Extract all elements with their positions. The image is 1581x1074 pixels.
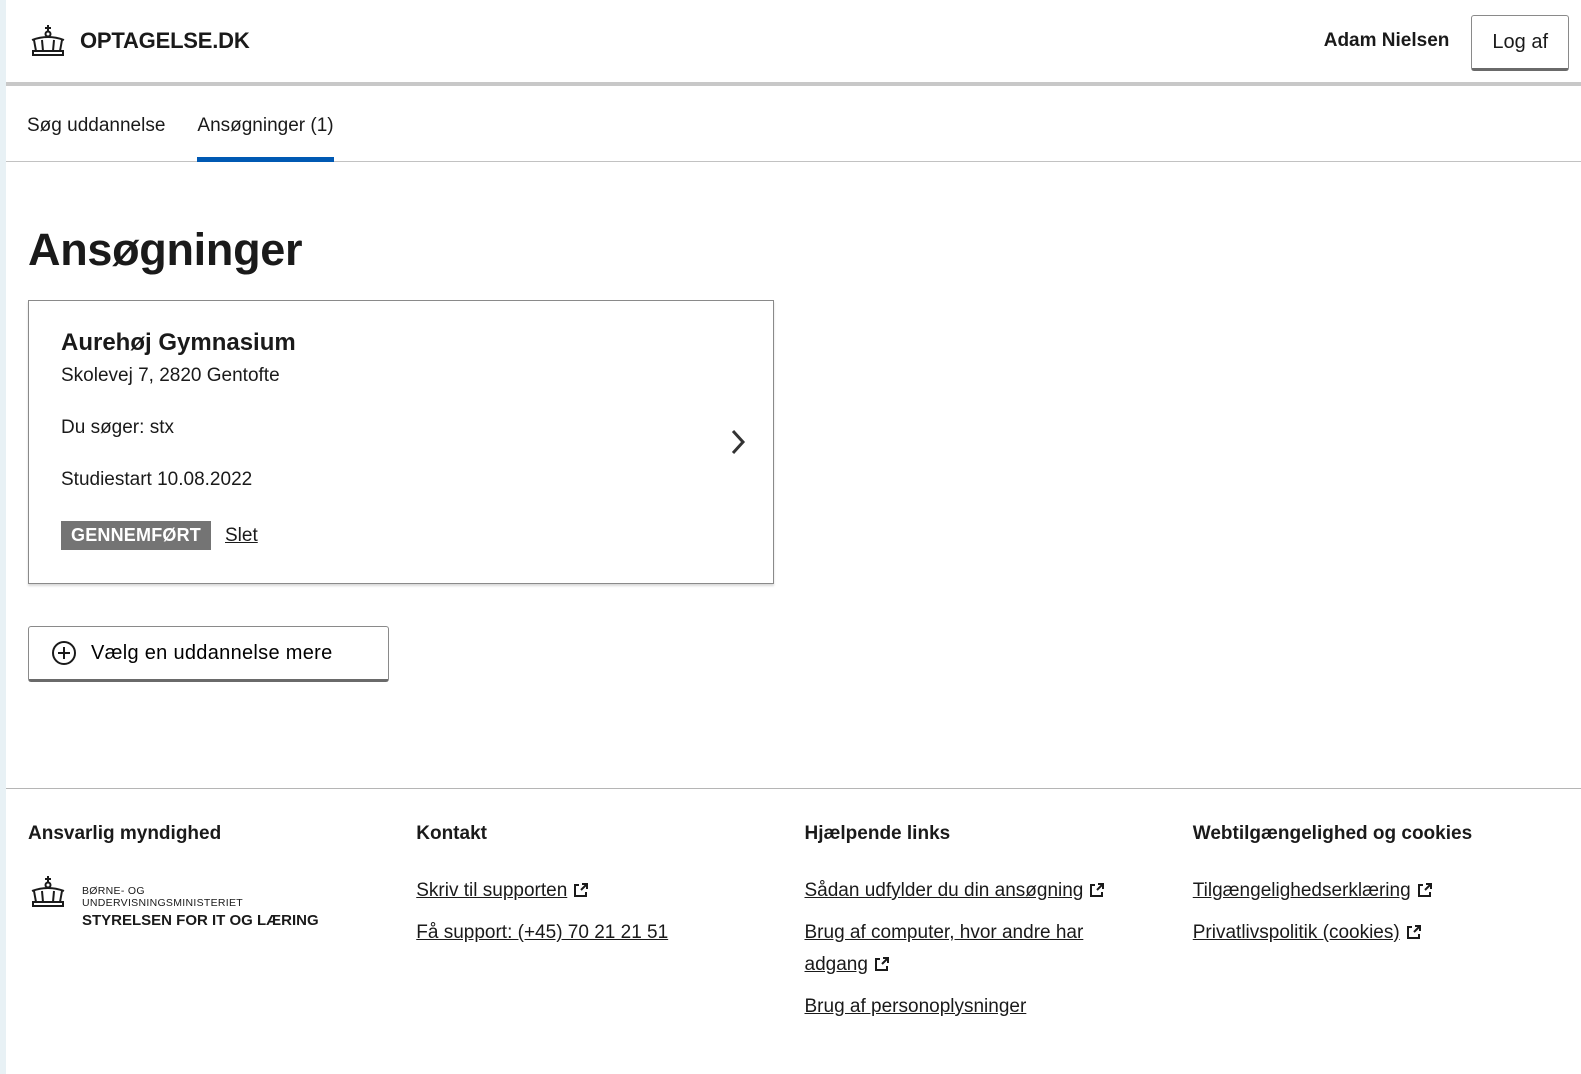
link-shared-computer[interactable]: Brug af computer, hvor andre har adgang <box>805 917 1125 981</box>
footer-help: Hjælpende links Sådan udfylder du din an… <box>805 823 1193 1033</box>
site-footer: Ansvarlig myndighed BØRNE- OG UNDERVISNI… <box>6 788 1581 1033</box>
external-link-icon <box>1406 925 1421 939</box>
page: OPTAGELSE.DK Adam Nielsen Log af Søg udd… <box>6 0 1581 1074</box>
link-phone-support[interactable]: Få support: (+45) 70 21 21 51 <box>416 917 804 949</box>
footer-heading-contact: Kontakt <box>416 823 487 844</box>
external-link-icon <box>1090 883 1105 897</box>
footer-heading-authority: Ansvarlig myndighed <box>28 823 222 844</box>
link-how-to-apply[interactable]: Sådan udfylder du din ansøgning <box>805 875 1193 907</box>
link-accessibility-statement[interactable]: Tilgængelighedserklæring <box>1193 875 1581 907</box>
footer-accessibility: Webtilgængelighed og cookies Tilgængelig… <box>1193 823 1581 1033</box>
page-title: Ansøgninger <box>28 224 303 275</box>
user-name: Adam Nielsen <box>1323 30 1450 51</box>
ministry-name: BØRNE- OG UNDERVISNINGSMINISTERIET STYRE… <box>82 885 319 929</box>
main-content: Ansøgninger Aurehøj Gymnasium Skolevej 7… <box>6 224 1581 682</box>
brand-logo[interactable]: OPTAGELSE.DK <box>28 24 250 58</box>
agency-name: STYRELSEN FOR IT OG LÆRING <box>82 912 319 929</box>
link-write-support[interactable]: Skriv til supporten <box>416 875 804 907</box>
logout-button[interactable]: Log af <box>1471 15 1569 71</box>
study-start: Studiestart 10.08.2022 <box>61 469 253 490</box>
link-shared-computer-label: Brug af computer, hvor andre har adgang <box>804 922 1084 975</box>
footer-heading-help: Hjælpende links <box>804 823 951 844</box>
add-education-button[interactable]: Vælg en uddannelse mere <box>28 626 389 682</box>
plus-circle-icon <box>52 641 76 665</box>
site-header: OPTAGELSE.DK Adam Nielsen Log af <box>6 0 1581 86</box>
applying-for: Du søger: stx <box>61 417 174 438</box>
tab-applications[interactable]: Ansøgninger (1) <box>197 115 334 162</box>
ministry-logo: BØRNE- OG UNDERVISNINGSMINISTERIET STYRE… <box>28 875 416 929</box>
ministry-line-2: UNDERVISNINGSMINISTERIET <box>82 897 244 909</box>
tab-search-education[interactable]: Søg uddannelse <box>27 115 165 161</box>
external-link-icon <box>874 957 889 971</box>
link-write-support-label: Skriv til supporten <box>416 880 568 901</box>
link-privacy-policy-label: Privatlivspolitik (cookies) <box>1192 922 1400 943</box>
crown-icon <box>31 25 65 56</box>
chevron-right-icon[interactable] <box>729 427 747 457</box>
status-row: GENNEMFØRT Slet <box>61 521 741 550</box>
external-link-icon <box>1417 883 1432 897</box>
status-badge: GENNEMFØRT <box>61 521 211 550</box>
link-accessibility-statement-label: Tilgængelighedserklæring <box>1192 880 1411 901</box>
ministry-line-1: BØRNE- OG <box>82 885 145 897</box>
brand-name: OPTAGELSE.DK <box>80 28 250 53</box>
link-how-to-apply-label: Sådan udfylder du din ansøgning <box>804 880 1084 901</box>
header-user-area: Adam Nielsen Log af <box>1324 11 1569 71</box>
footer-authority: Ansvarlig myndighed BØRNE- OG UNDERVISNI… <box>28 823 416 1033</box>
footer-contact: Kontakt Skriv til supporten Få support: … <box>416 823 804 1033</box>
crown-icon <box>31 876 65 907</box>
add-education-label: Vælg en uddannelse mere <box>91 641 333 664</box>
main-tabs: Søg uddannelse Ansøgninger (1) <box>6 86 1581 162</box>
external-link-icon <box>574 883 589 897</box>
school-address: Skolevej 7, 2820 Gentofte <box>61 365 280 386</box>
delete-link[interactable]: Slet <box>225 525 258 547</box>
link-privacy-policy[interactable]: Privatlivspolitik (cookies) <box>1193 917 1581 949</box>
application-card[interactable]: Aurehøj Gymnasium Skolevej 7, 2820 Gento… <box>28 300 774 584</box>
footer-heading-accessibility: Webtilgængelighed og cookies <box>1192 823 1473 844</box>
link-personal-data[interactable]: Brug af personoplysninger <box>805 991 1193 1023</box>
school-name: Aurehøj Gymnasium <box>61 329 296 356</box>
